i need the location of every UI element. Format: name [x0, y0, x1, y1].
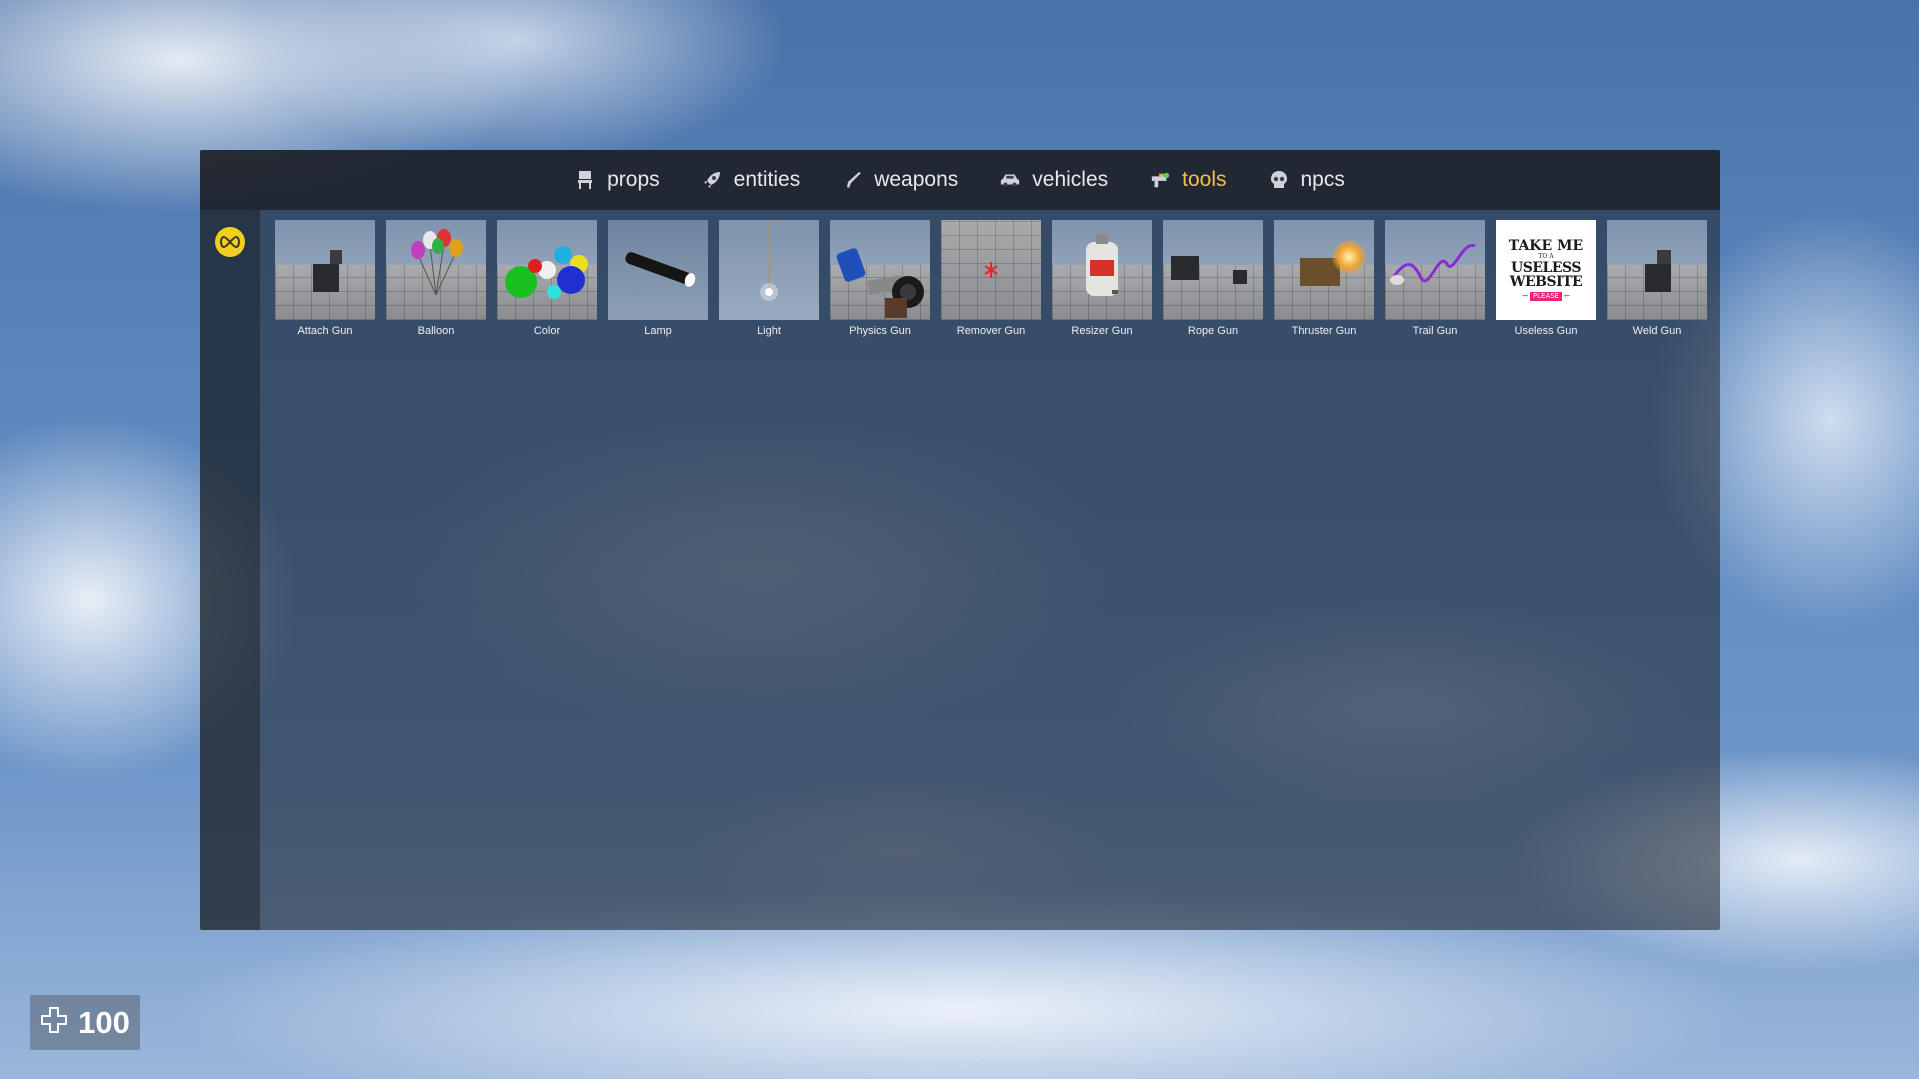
tool-grid: Attach Gun Balloon Color Lamp Light Phys… — [275, 220, 1707, 337]
tool-item-remover-gun[interactable]: Remover Gun — [941, 220, 1041, 337]
useless-line-1: TAKE ME — [1508, 238, 1584, 254]
rope-gun-thumbnail — [1163, 220, 1263, 320]
tab-label: npcs — [1300, 168, 1345, 191]
version-watermark: nanos world - closed alpha - ver. a0.0.0… — [0, 1055, 1919, 1075]
tool-item-balloon[interactable]: Balloon — [386, 220, 486, 337]
useless-line-4: WEBSITE — [1509, 274, 1583, 290]
thruster-gun-thumbnail — [1274, 220, 1374, 320]
tool-gun-icon — [1150, 170, 1170, 190]
health-cross-icon — [40, 1006, 68, 1039]
trail-gun-thumbnail — [1385, 220, 1485, 320]
tab-props[interactable]: props — [575, 168, 660, 192]
build-text: build 1093520 (bleeding-edge) — [1025, 1058, 1216, 1073]
remover-gun-thumbnail — [941, 220, 1041, 320]
infinity-icon[interactable] — [215, 227, 245, 257]
weld-gun-thumbnail — [1607, 220, 1707, 320]
health-value: 100 — [78, 1004, 130, 1040]
tool-item-light[interactable]: Light — [719, 220, 819, 337]
tool-item-color[interactable]: Color — [497, 220, 597, 337]
light-thumbnail — [719, 220, 819, 320]
item-label: Rope Gun — [1187, 325, 1239, 337]
item-label: Remover Gun — [956, 325, 1026, 337]
item-label: Balloon — [417, 325, 455, 337]
useless-gun-thumbnail: TAKE ME TO A USELESS WEBSITE → PLEASE ← — [1496, 220, 1596, 320]
item-label: Resizer Gun — [1071, 325, 1133, 337]
tab-label: entities — [733, 168, 801, 191]
skull-icon — [1269, 170, 1289, 190]
attach-gun-thumbnail — [275, 220, 375, 320]
tool-item-attach-gun[interactable]: Attach Gun — [275, 220, 375, 337]
item-label: Attach Gun — [297, 325, 353, 337]
item-label: Lamp — [644, 325, 672, 337]
tool-item-resizer-gun[interactable]: Resizer Gun — [1052, 220, 1152, 337]
item-label: Trail Gun — [1412, 325, 1458, 337]
rocket-icon — [702, 170, 722, 190]
arrow-left-icon: ← — [1564, 292, 1570, 300]
tab-vehicles[interactable]: vehicles — [1000, 168, 1108, 192]
health-display: 100 — [30, 995, 140, 1050]
tool-item-trail-gun[interactable]: Trail Gun — [1385, 220, 1485, 337]
category-sidebar — [200, 210, 260, 930]
tab-label: tools — [1182, 168, 1227, 191]
item-label: Light — [757, 325, 781, 337]
rifle-icon — [842, 170, 862, 190]
item-label: Thruster Gun — [1291, 325, 1357, 337]
tab-bar: props entities weapons vehicles tools np… — [200, 150, 1720, 210]
tool-item-rope-gun[interactable]: Rope Gun — [1163, 220, 1263, 337]
tool-item-thruster-gun[interactable]: Thruster Gun — [1274, 220, 1374, 337]
arrow-right-icon: → — [1522, 292, 1528, 300]
version-text: nanos world - closed alpha - ver. a0.0.0 — [703, 1055, 1020, 1074]
item-label: Useless Gun — [1514, 325, 1578, 337]
tool-item-weld-gun[interactable]: Weld Gun — [1607, 220, 1707, 337]
tab-npcs[interactable]: npcs — [1269, 168, 1345, 192]
tab-label: props — [607, 168, 660, 191]
useless-line-3: USELESS — [1511, 260, 1581, 276]
tab-tools[interactable]: tools — [1150, 168, 1227, 192]
useless-please-row: → PLEASE ← — [1522, 292, 1570, 301]
chair-icon — [575, 170, 595, 190]
spawn-menu-panel: props entities weapons vehicles tools np… — [200, 150, 1720, 930]
color-thumbnail — [497, 220, 597, 320]
resizer-gun-thumbnail — [1052, 220, 1152, 320]
item-label: Color — [533, 325, 561, 337]
tool-item-physics-gun[interactable]: Physics Gun — [830, 220, 930, 337]
physics-gun-thumbnail — [830, 220, 930, 320]
tab-label: weapons — [874, 168, 959, 191]
tool-item-lamp[interactable]: Lamp — [608, 220, 708, 337]
balloon-thumbnail — [386, 220, 486, 320]
tab-weapons[interactable]: weapons — [842, 168, 958, 192]
item-label: Weld Gun — [1632, 325, 1682, 337]
tab-label: vehicles — [1032, 168, 1109, 191]
tool-item-useless-gun[interactable]: TAKE ME TO A USELESS WEBSITE → PLEASE ← … — [1496, 220, 1596, 337]
item-label: Physics Gun — [849, 325, 911, 337]
useless-please: PLEASE — [1529, 292, 1563, 301]
car-icon — [1000, 170, 1020, 190]
tab-entities[interactable]: entities — [702, 168, 801, 192]
lamp-thumbnail — [608, 220, 708, 320]
